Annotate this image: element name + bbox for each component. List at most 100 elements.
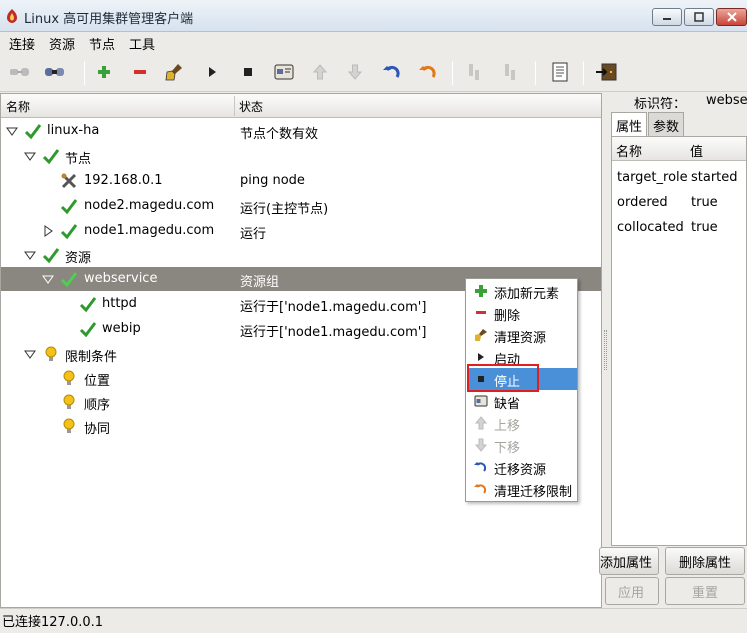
menu-item-migrate[interactable]: 迁移资源 <box>468 456 577 478</box>
check-icon <box>60 272 78 288</box>
add-icon <box>475 285 487 297</box>
tree-label: 顺序 <box>84 398 111 413</box>
id-card-icon <box>474 395 488 407</box>
check-icon <box>42 149 60 165</box>
lightbulb-icon <box>63 418 75 433</box>
tree-status: 运行于['node1.magedu.com'] <box>240 325 427 340</box>
delete-attribute-button[interactable]: 删除属性 <box>665 547 745 575</box>
tree-header: 名称 状态 <box>1 94 601 118</box>
exit-icon <box>596 63 617 81</box>
maximize-button[interactable] <box>684 8 714 26</box>
close-button[interactable] <box>716 8 747 26</box>
connection-status: 已连接127.0.0.1 <box>2 615 104 630</box>
disconnect-button[interactable] <box>43 61 67 83</box>
menu-item-label: 下移 <box>494 441 521 456</box>
reset-button[interactable]: 重置 <box>665 577 745 605</box>
close-icon <box>726 12 737 22</box>
tree-row-ping-node[interactable]: 192.168.0.1 ping node <box>1 169 601 193</box>
column-header-attr-value[interactable]: 值 <box>690 141 703 160</box>
tree-label: 限制条件 <box>65 350 118 365</box>
menu-item-delete[interactable]: 删除 <box>468 302 577 324</box>
column-divider[interactable] <box>234 96 235 116</box>
tools-icon <box>61 173 77 189</box>
menu-item-label: 缺省 <box>494 397 521 412</box>
migrate-button[interactable] <box>380 61 404 83</box>
tree-row-resources[interactable]: 资源 <box>1 243 601 267</box>
standby-button[interactable] <box>462 61 486 83</box>
unmigrate-button[interactable] <box>416 61 440 83</box>
menu-resource[interactable]: 资源 <box>49 34 75 53</box>
broom-icon <box>475 329 487 341</box>
title-bar: Linux 高可用集群管理客户端 <box>0 0 747 32</box>
tree-row-linux-ha[interactable]: linux-ha 节点个数有效 <box>1 119 601 143</box>
expander-down-icon[interactable] <box>42 273 54 285</box>
menu-item-add[interactable]: 添加新元素 <box>468 280 577 302</box>
lightbulb-icon <box>63 370 75 385</box>
identifier-value: webse <box>706 93 747 108</box>
tree-row-node1[interactable]: node1.magedu.com 运行 <box>1 219 601 243</box>
expander-down-icon[interactable] <box>24 348 36 360</box>
menu-item-label: 清理资源 <box>494 331 547 346</box>
minimize-button[interactable] <box>652 8 682 26</box>
column-header-status[interactable]: 状态 <box>239 98 263 115</box>
tree-label: 位置 <box>84 374 111 389</box>
attribute-name: ordered <box>617 195 668 210</box>
menu-item-cleanup[interactable]: 清理资源 <box>468 324 577 346</box>
check-icon <box>42 248 60 264</box>
expander-down-icon[interactable] <box>6 125 18 137</box>
apply-button[interactable]: 应用 <box>605 577 659 605</box>
menu-item-default[interactable]: 缺省 <box>468 390 577 412</box>
menu-tools[interactable]: 工具 <box>129 34 155 53</box>
column-header-name[interactable]: 名称 <box>6 98 30 115</box>
active-button[interactable] <box>498 61 522 83</box>
start-button[interactable] <box>200 61 224 83</box>
arrow-down-icon <box>347 64 363 80</box>
menu-connect[interactable]: 连接 <box>9 34 35 53</box>
log-button[interactable] <box>548 61 572 83</box>
menu-item-move-up[interactable]: 上移 <box>468 412 577 434</box>
migrate-icon <box>474 462 487 472</box>
attribute-value[interactable]: started <box>691 170 738 185</box>
menu-item-unmigrate[interactable]: 清理迁移限制 <box>468 478 577 500</box>
attributes-table-header: 名称 值 <box>612 137 746 161</box>
column-header-attr-name[interactable]: 名称 <box>616 141 642 160</box>
toolbar-separator <box>535 61 536 85</box>
move-down-button[interactable] <box>343 61 367 83</box>
attribute-value[interactable]: true <box>691 220 718 235</box>
expander-down-icon[interactable] <box>24 249 36 261</box>
delete-button[interactable] <box>128 61 152 83</box>
attribute-value[interactable]: true <box>691 195 718 210</box>
maximize-icon <box>694 12 704 22</box>
exit-button[interactable] <box>594 61 618 83</box>
check-icon <box>79 322 97 338</box>
broom-icon <box>165 64 182 81</box>
menu-item-move-down[interactable]: 下移 <box>468 434 577 456</box>
tree-label: node2.magedu.com <box>84 198 215 213</box>
tab-attributes[interactable]: 属性 <box>611 112 648 136</box>
tree-label: node1.magedu.com <box>84 223 215 238</box>
tree-row-node2[interactable]: node2.magedu.com 运行(主控节点) <box>1 194 601 218</box>
tab-parameters[interactable]: 参数 <box>648 112 685 136</box>
add-attribute-button[interactable]: 添加属性 <box>599 547 659 575</box>
add-icon <box>98 66 110 78</box>
connect-button[interactable] <box>8 61 32 83</box>
move-up-button[interactable] <box>308 61 332 83</box>
delete-icon <box>134 70 146 74</box>
add-button[interactable] <box>92 61 116 83</box>
toolbar <box>0 54 747 92</box>
stop-button[interactable] <box>236 61 260 83</box>
default-button[interactable] <box>272 61 296 83</box>
identifier-label: 标识符： <box>634 97 687 112</box>
expander-down-icon[interactable] <box>24 150 36 162</box>
tree-status: 运行于['node1.magedu.com'] <box>240 300 427 315</box>
expander-right-icon[interactable] <box>42 225 54 237</box>
tree-label: webip <box>102 321 141 336</box>
menu-item-label: 上移 <box>494 419 521 434</box>
menu-item-label: 迁移资源 <box>494 463 547 478</box>
tree-row-nodes[interactable]: 节点 <box>1 144 601 168</box>
cleanup-button[interactable] <box>163 61 187 83</box>
splitter-grip[interactable] <box>604 330 607 370</box>
arrow-down-icon <box>474 438 488 452</box>
menu-node[interactable]: 节点 <box>89 34 115 53</box>
tree-label: 192.168.0.1 <box>84 173 163 188</box>
